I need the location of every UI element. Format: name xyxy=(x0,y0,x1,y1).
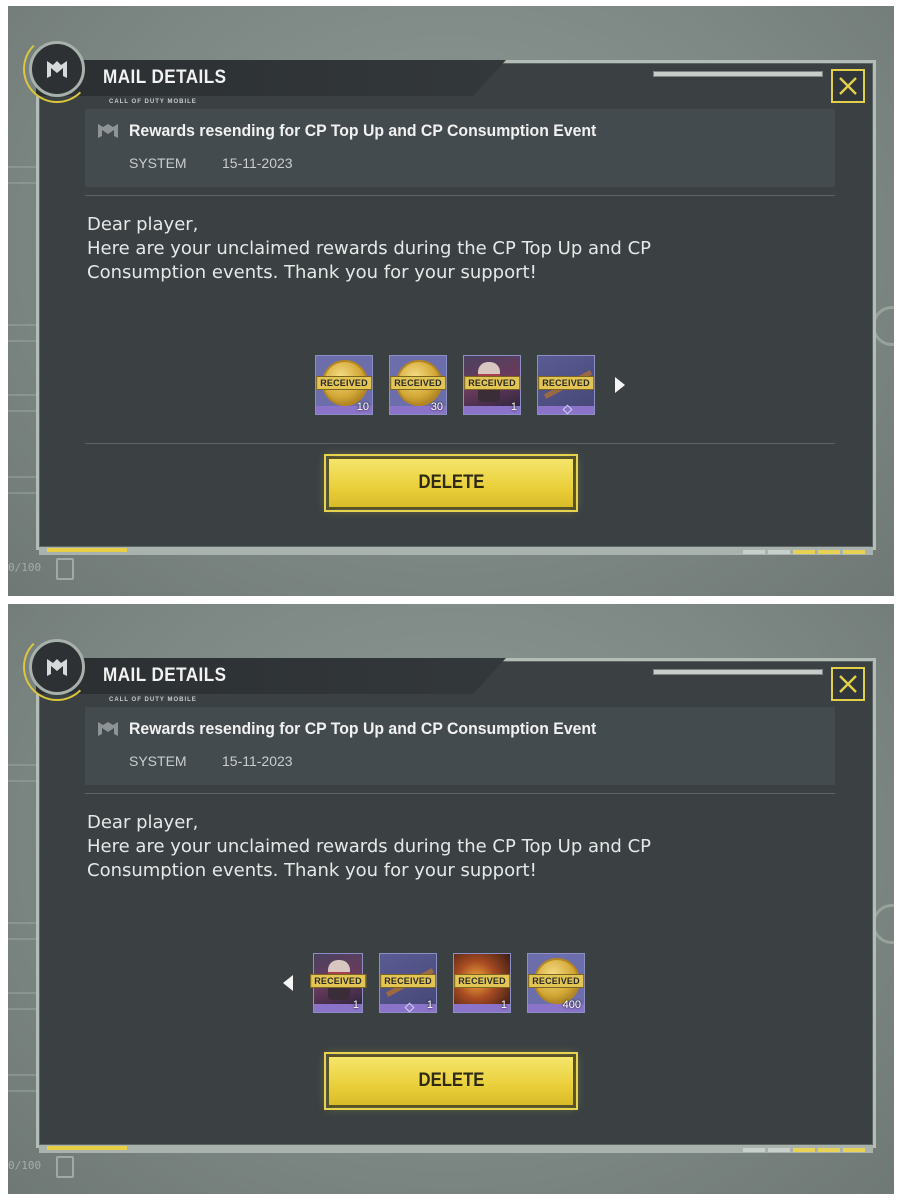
carousel-prev-arrow-icon[interactable] xyxy=(283,975,293,991)
mail-date: 15-11-2023 xyxy=(222,155,293,171)
brand-subtitle: CALL OF DUTY MOBILE xyxy=(109,697,197,703)
background-trash-icon xyxy=(56,558,74,580)
received-badge: RECEIVED xyxy=(380,974,436,988)
scroll-indicator xyxy=(653,71,823,77)
reward-item[interactable]: RECEIVED 1 xyxy=(463,355,521,415)
mail-details-panel: MAIL DETAILS CALL OF DUTY MOBILE Rewards… xyxy=(23,35,876,555)
mail-header: Rewards resending for CP Top Up and CP C… xyxy=(85,109,835,187)
close-button[interactable] xyxy=(831,69,865,103)
delete-button[interactable]: DELETE xyxy=(324,454,578,512)
close-icon xyxy=(839,77,857,95)
received-badge: RECEIVED xyxy=(454,974,510,988)
carousel-next-arrow-icon[interactable] xyxy=(615,377,625,393)
panel-title: MAIL DETAILS xyxy=(103,67,227,88)
panel-title: MAIL DETAILS xyxy=(103,665,227,686)
brand-subtitle: CALL OF DUTY MOBILE xyxy=(109,99,197,105)
reward-quantity: 10 xyxy=(356,401,369,413)
received-badge: RECEIVED xyxy=(310,974,366,988)
codm-logo-icon xyxy=(29,41,85,97)
received-badge: RECEIVED xyxy=(538,376,594,390)
divider xyxy=(85,443,835,444)
received-badge: RECEIVED xyxy=(390,376,446,390)
mail-subject: Rewards resending for CP Top Up and CP C… xyxy=(129,121,597,140)
mail-body-line: Dear player, xyxy=(87,812,199,833)
mail-subject: Rewards resending for CP Top Up and CP C… xyxy=(129,719,597,738)
mail-details-panel: MAIL DETAILS CALL OF DUTY MOBILE Rewards… xyxy=(23,633,876,1153)
delete-label: DELETE xyxy=(418,472,484,493)
mail-sender: SYSTEM xyxy=(129,753,187,769)
mail-type-icon xyxy=(98,124,118,138)
page-progress-indicator xyxy=(743,550,865,554)
divider xyxy=(85,195,835,196)
reward-quantity: 400 xyxy=(562,999,581,1011)
delete-button[interactable]: DELETE xyxy=(324,1052,578,1110)
mail-body-line: Dear player, xyxy=(87,214,199,235)
mail-header: Rewards resending for CP Top Up and CP C… xyxy=(85,707,835,785)
reward-quantity: 1 xyxy=(500,999,507,1011)
close-icon xyxy=(839,675,857,693)
reward-quantity: 1 xyxy=(352,999,359,1011)
close-button[interactable] xyxy=(831,667,865,701)
background-mail-counter: 0/100 xyxy=(8,561,42,574)
mail-date: 15-11-2023 xyxy=(222,753,293,769)
mail-body-line: Here are your unclaimed rewards during t… xyxy=(87,836,652,857)
mail-body-line: Consumption events. Thank you for your s… xyxy=(87,860,537,881)
mail-type-icon xyxy=(98,722,118,736)
scroll-indicator xyxy=(653,669,823,675)
reward-item[interactable]: RECEIVED xyxy=(537,355,595,415)
rewards-carousel: RECEIVED 1 RECEIVED 1 RECEIVED 1 RECEIVE… xyxy=(39,953,873,1013)
mail-body-line: Here are your unclaimed rewards during t… xyxy=(87,238,652,259)
mail-body-line: Consumption events. Thank you for your s… xyxy=(87,262,537,283)
page-progress-indicator xyxy=(743,1148,865,1152)
reward-item[interactable]: RECEIVED 400 xyxy=(527,953,585,1013)
mail-body: Dear player, Here are your unclaimed rew… xyxy=(87,213,807,285)
codm-logo-icon xyxy=(29,639,85,695)
reward-item[interactable]: RECEIVED 1 xyxy=(379,953,437,1013)
screenshot-top: 0/100 MAIL DETAILS CALL OF DUTY MOBILE R… xyxy=(8,6,894,596)
divider xyxy=(85,793,835,794)
received-badge: RECEIVED xyxy=(316,376,372,390)
background-trash-icon xyxy=(56,1156,74,1178)
mail-sender: SYSTEM xyxy=(129,155,187,171)
rewards-carousel: RECEIVED 10 RECEIVED 30 RECEIVED 1 RECEI… xyxy=(39,355,873,415)
received-badge: RECEIVED xyxy=(464,376,520,390)
reward-item[interactable]: RECEIVED 10 xyxy=(315,355,373,415)
mail-body: Dear player, Here are your unclaimed rew… xyxy=(87,811,807,883)
reward-quantity: 1 xyxy=(510,401,517,413)
reward-quantity: 1 xyxy=(426,999,433,1011)
reward-item[interactable]: RECEIVED 30 xyxy=(389,355,447,415)
reward-item[interactable]: RECEIVED 1 xyxy=(453,953,511,1013)
delete-label: DELETE xyxy=(418,1070,484,1091)
screenshot-bottom: 0/100 MAIL DETAILS CALL OF DUTY MOBILE R… xyxy=(8,604,894,1194)
reward-quantity: 30 xyxy=(430,401,443,413)
received-badge: RECEIVED xyxy=(528,974,584,988)
background-mail-counter: 0/100 xyxy=(8,1159,42,1172)
reward-item[interactable]: RECEIVED 1 xyxy=(310,953,366,1013)
